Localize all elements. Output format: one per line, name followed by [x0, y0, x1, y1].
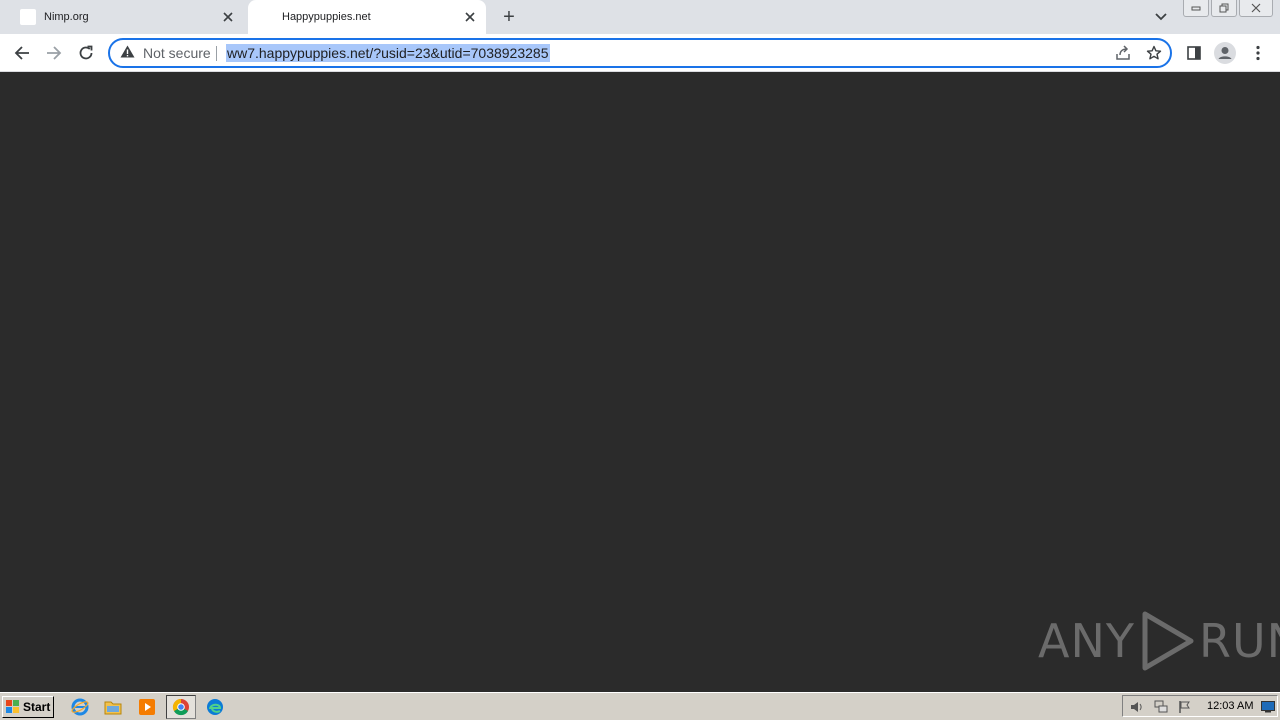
clock[interactable]: 12:03 AM: [1207, 700, 1253, 712]
address-bar[interactable]: Not secure ww7.happypuppies.net/?usid=23…: [108, 38, 1172, 68]
url-text[interactable]: ww7.happypuppies.net/?usid=23&utid=70389…: [226, 44, 550, 62]
tab-nimp[interactable]: Nimp.org: [8, 0, 244, 34]
tab-close-icon[interactable]: [462, 9, 478, 25]
windows-flag-icon: [6, 700, 19, 713]
omnibox-divider: [216, 46, 217, 61]
action-center-flag-icon[interactable]: [1177, 699, 1193, 715]
system-tray: 12:03 AM: [1122, 695, 1278, 717]
play-logo-icon: [1142, 611, 1194, 671]
close-window-button[interactable]: [1239, 0, 1273, 17]
bookmark-star-icon[interactable]: [1145, 44, 1163, 62]
tab-strip: Nimp.org Happypuppies.net +: [0, 0, 1280, 34]
profile-avatar-icon[interactable]: [1214, 42, 1236, 64]
start-label: Start: [23, 700, 51, 714]
network-icon[interactable]: [1153, 699, 1169, 715]
back-arrow-icon[interactable]: [11, 42, 33, 64]
window-controls: [1183, 0, 1275, 18]
minimize-button[interactable]: [1183, 0, 1210, 17]
warning-triangle-icon: [120, 45, 135, 61]
show-desktop-icon[interactable]: [1260, 699, 1276, 715]
anyrun-watermark: ANY RUN: [1038, 609, 1280, 673]
tab-happypuppies[interactable]: Happypuppies.net: [248, 0, 486, 34]
internet-explorer-icon[interactable]: [70, 697, 90, 717]
tab-search-chevron-icon[interactable]: [1152, 8, 1170, 26]
tab-title: Nimp.org: [44, 11, 89, 23]
watermark-any-text: ANY: [1038, 614, 1135, 668]
forward-arrow-icon[interactable]: [43, 42, 65, 64]
edge-icon[interactable]: [205, 697, 225, 717]
tab-close-icon[interactable]: [220, 9, 236, 25]
start-button[interactable]: Start: [2, 696, 54, 718]
page-favicon-icon: [20, 9, 36, 25]
file-explorer-icon[interactable]: [103, 697, 123, 717]
chrome-icon[interactable]: [166, 695, 196, 719]
kebab-menu-icon[interactable]: [1247, 42, 1269, 64]
watermark-run-text: RUN: [1198, 614, 1280, 668]
restore-button[interactable]: [1211, 0, 1238, 17]
taskbar: Start 12:03 AM: [0, 692, 1280, 720]
browser-toolbar: Not secure ww7.happypuppies.net/?usid=23…: [0, 34, 1280, 72]
page-content: ANY RUN: [0, 72, 1280, 692]
security-label: Not secure: [143, 45, 211, 61]
new-tab-button[interactable]: +: [499, 6, 519, 28]
reload-icon[interactable]: [75, 42, 97, 64]
share-icon[interactable]: [1114, 44, 1132, 62]
security-indicator[interactable]: Not secure: [120, 45, 211, 61]
side-panel-icon[interactable]: [1183, 42, 1205, 64]
media-player-icon[interactable]: [137, 697, 157, 717]
tab-title: Happypuppies.net: [282, 11, 371, 23]
volume-icon[interactable]: [1129, 699, 1145, 715]
